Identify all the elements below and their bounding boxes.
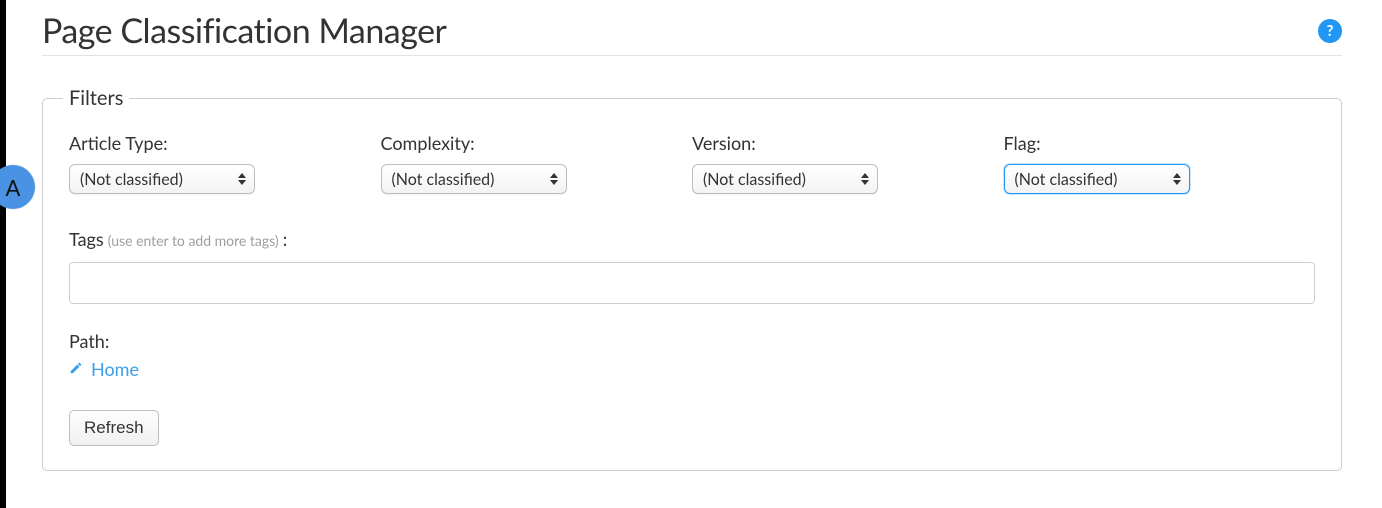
tags-input[interactable]	[69, 262, 1315, 304]
path-section: Path: Home	[69, 330, 1315, 380]
filter-article-type: Article Type: (Not classified)	[69, 132, 381, 194]
filter-flag: Flag: (Not classified)	[1004, 132, 1316, 194]
tags-colon: :	[283, 228, 288, 250]
flag-selected: (Not classified)	[1015, 170, 1118, 189]
filters-legend: Filters	[63, 86, 129, 110]
complexity-selected: (Not classified)	[392, 170, 495, 189]
page-title: Page Classification Manager	[42, 10, 446, 51]
tags-section: Tags (use enter to add more tags) :	[69, 228, 1315, 304]
flag-select[interactable]: (Not classified)	[1004, 164, 1190, 194]
tags-label: Tags	[69, 228, 104, 250]
article-type-select[interactable]: (Not classified)	[69, 164, 255, 194]
version-selected: (Not classified)	[703, 170, 806, 189]
help-symbol: ?	[1327, 22, 1334, 40]
path-link-home[interactable]: Home	[91, 358, 139, 380]
version-select[interactable]: (Not classified)	[692, 164, 878, 194]
help-icon[interactable]: ?	[1318, 19, 1342, 43]
refresh-button[interactable]: Refresh	[69, 410, 159, 446]
pencil-icon[interactable]	[69, 360, 83, 379]
version-label: Version:	[692, 132, 1004, 154]
updown-icon	[238, 173, 246, 185]
tags-hint: (use enter to add more tags)	[108, 232, 279, 249]
article-type-label: Article Type:	[69, 132, 381, 154]
annotation-letter: A	[6, 174, 21, 201]
page-header: Page Classification Manager ?	[42, 10, 1342, 56]
filters-fieldset: Filters Article Type: (Not classified) C…	[42, 86, 1342, 471]
article-type-selected: (Not classified)	[80, 170, 183, 189]
path-label: Path:	[69, 330, 1315, 352]
filter-version: Version: (Not classified)	[692, 132, 1004, 194]
updown-icon	[550, 173, 558, 185]
updown-icon	[861, 173, 869, 185]
flag-label: Flag:	[1004, 132, 1316, 154]
complexity-label: Complexity:	[381, 132, 693, 154]
filter-complexity: Complexity: (Not classified)	[381, 132, 693, 194]
filters-select-row: Article Type: (Not classified) Complexit…	[69, 132, 1315, 194]
updown-icon	[1173, 173, 1181, 185]
complexity-select[interactable]: (Not classified)	[381, 164, 567, 194]
